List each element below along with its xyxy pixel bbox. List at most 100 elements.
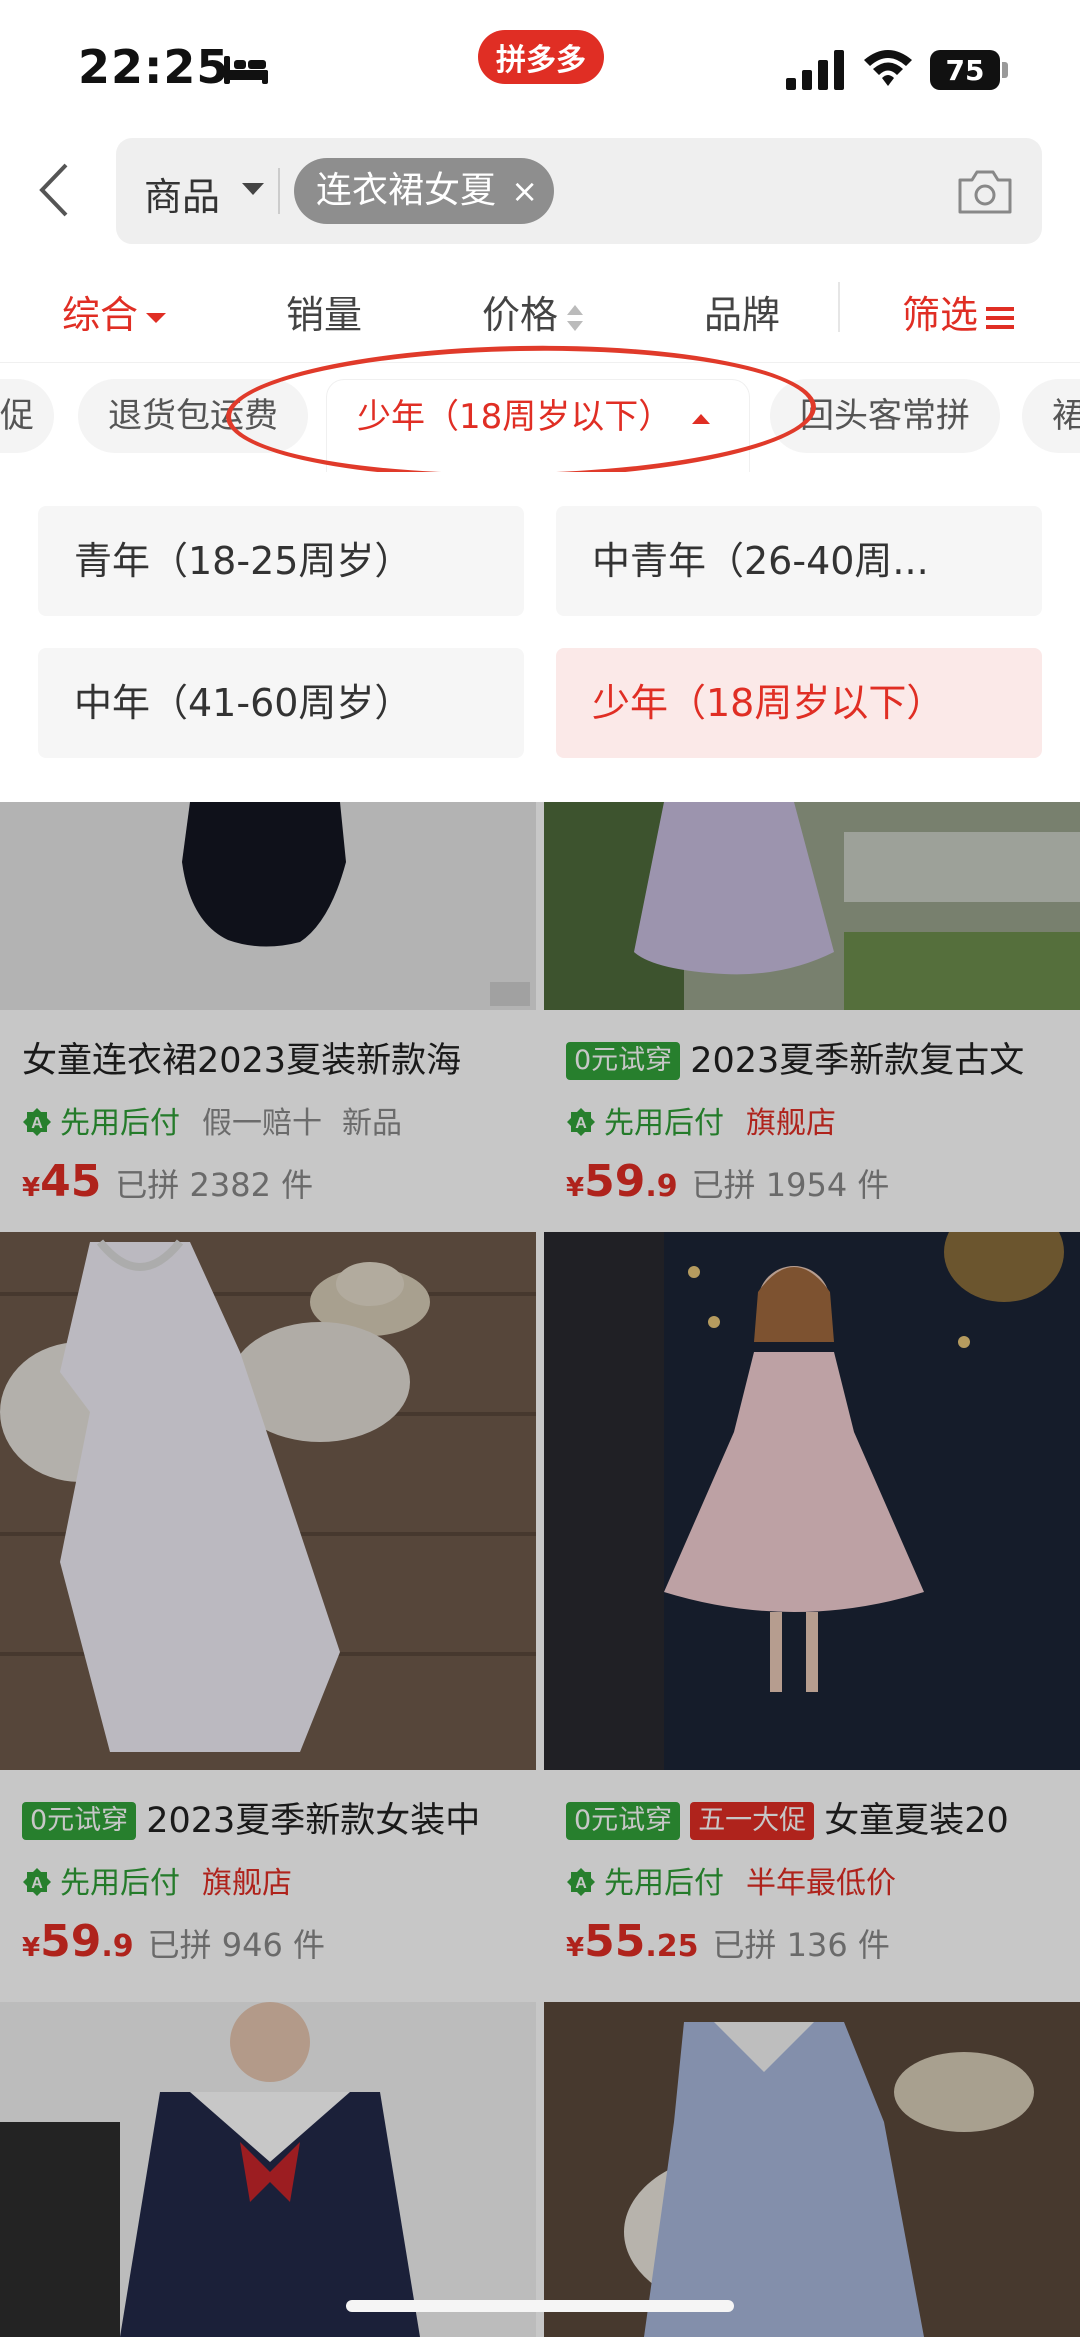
sort-comprehensive-label: 综合 [62,293,139,337]
sort-price-label: 价格 [482,293,559,337]
sold-count: 已拼 136 件 [712,1926,890,1964]
age-filter-panel: 青年（18-25周岁） 中青年（26-40周... 中年（41-60周岁） 少年… [0,472,1080,802]
app-indicator: 拼多多 [478,30,604,84]
product-image [544,2002,1080,2337]
sold-count: 已拼 1954 件 [691,1166,890,1204]
currency-symbol: ¥ [566,1933,585,1963]
product-title-text: 2023夏季新款复古文 [690,1041,1025,1081]
product-card[interactable]: 0元试穿 2023夏季新款复古文 A 先用后付 旗舰店 ¥59.9 已拼 1954 件 [544,802,1080,1232]
price-decimal: .9 [101,1929,134,1964]
svg-text:A: A [575,1115,587,1132]
close-icon[interactable]: × [511,158,538,224]
product-card[interactable] [544,2002,1080,2337]
promo-badge: 五一大促 [690,1802,815,1840]
search-scope-select[interactable]: 商品 [144,166,220,221]
sold-count: 已拼 946 件 [147,1926,326,1964]
pay-later-icon: A [23,1868,51,1896]
flagship-store-tag: 旗舰店 [202,1866,292,1901]
product-image [0,1232,536,1770]
product-info: 0元试穿 2023夏季新款复古文 A 先用后付 旗舰店 ¥59.9 已拼 1954 件 [544,1010,1080,1232]
svg-text:A: A [31,1875,43,1892]
price-line: ¥59.9 已拼 946 件 [22,1916,325,1967]
product-image [0,802,536,1010]
caret-down-icon [146,312,167,323]
battery-tip [1002,62,1008,78]
currency-symbol: ¥ [22,1933,41,1963]
query-chip[interactable]: 连衣裙女夏 × [294,158,555,224]
pay-later-label: 先用后付 [604,1866,724,1901]
price-integer: 45 [40,1156,102,1207]
sort-brand[interactable]: 品牌 [704,284,780,339]
sort-arrows-icon [567,304,584,331]
filter-button[interactable]: 筛选 [902,284,1015,339]
pay-later-label: 先用后付 [60,1106,180,1141]
price-decimal: .9 [645,1169,678,1204]
product-tag: 新品 [342,1106,402,1141]
free-trial-badge: 0元试穿 [566,1802,681,1840]
product-tag: 假一赔十 [202,1106,322,1141]
age-option[interactable]: 中青年（26-40周... [556,506,1042,616]
product-image [0,2002,536,2337]
query-chip-label: 连衣裙女夏 [316,170,497,211]
price-line: ¥59.9 已拼 1954 件 [566,1156,889,1207]
free-trial-badge: 0元试穿 [22,1802,137,1840]
product-title: 0元试穿 2023夏季新款复古文 [566,1032,1071,1083]
age-option-selected[interactable]: 少年（18周岁以下） [556,648,1042,758]
product-title: 女童连衣裙2023夏装新款海 [22,1032,527,1083]
price-line: ¥55.25 已拼 136 件 [566,1916,890,1967]
svg-text:A: A [575,1875,587,1892]
divider [278,168,280,214]
price-integer: 59 [584,1156,646,1207]
back-arrow-icon[interactable] [30,155,80,225]
product-info: 0元试穿 五一大促 女童夏装20 A 先用后付 半年最低价 ¥55.25 已拼 136 件 [544,1770,1080,1992]
product-card[interactable]: 女童连衣裙2023夏装新款海 A 先用后付 假一赔十 新品 ¥45 已拼 2382 件 [0,802,536,1232]
filter-label: 筛选 [902,293,979,337]
flagship-store-tag: 旗舰店 [746,1106,836,1141]
price-integer: 55 [584,1916,646,1967]
product-photo [0,2002,536,2337]
filter-menu-icon [986,306,1015,329]
product-image [544,802,1080,1010]
product-photo [544,802,1080,1010]
pay-later-label: 先用后付 [60,1866,180,1901]
chevron-down-icon [242,183,264,195]
camera-icon[interactable] [956,168,1014,216]
product-features: A 先用后付 假一赔十 新品 [22,1098,422,1142]
search-bar[interactable]: 商品 连衣裙女夏 × [116,138,1042,244]
product-card[interactable]: 0元试穿 五一大促 女童夏装20 A 先用后付 半年最低价 ¥55.25 已拼 136 件 [544,1232,1080,1992]
product-title: 0元试穿 五一大促 女童夏装20 [566,1792,1071,1843]
svg-text:A: A [31,1115,43,1132]
product-photo [544,2002,1080,2337]
pay-later-icon: A [567,1108,595,1136]
sleep-focus-icon [224,56,268,84]
cellular-signal-icon [786,50,844,90]
sort-sales[interactable]: 销量 [286,284,362,339]
battery-level: 75 [930,50,1000,90]
currency-symbol: ¥ [22,1173,41,1203]
product-card[interactable] [0,2002,536,2337]
product-photo [0,1232,536,1770]
divider [838,282,840,332]
lowest-price-tag: 半年最低价 [746,1866,896,1901]
sort-price[interactable]: 价格 [482,284,586,339]
product-image [544,1232,1080,1770]
pay-later-icon: A [23,1108,51,1136]
product-info: 0元试穿 2023夏季新款女装中 A 先用后付 旗舰店 ¥59.9 已拼 946 件 [0,1770,536,1992]
currency-symbol: ¥ [566,1173,585,1203]
age-option[interactable]: 中年（41-60周岁） [38,648,524,758]
tag-chip[interactable]: 促 [0,379,54,453]
price-integer: 59 [40,1916,102,1967]
product-features: A 先用后付 旗舰店 [566,1098,856,1142]
age-option[interactable]: 青年（18-25周岁） [38,506,524,616]
sort-comprehensive[interactable]: 综合 [62,284,167,339]
home-indicator[interactable] [346,2300,734,2312]
product-info: 女童连衣裙2023夏装新款海 A 先用后付 假一赔十 新品 ¥45 已拼 2382 件 [0,1010,536,1232]
product-title-text: 女童连衣裙2023夏装新款海 [22,1041,462,1081]
wifi-icon [864,50,912,86]
product-card[interactable]: 0元试穿 2023夏季新款女装中 A 先用后付 旗舰店 ¥59.9 已拼 946 件 [0,1232,536,1992]
status-bar: 22:25 拼多多 75 [0,0,1080,130]
product-title: 0元试穿 2023夏季新款女装中 [22,1792,527,1843]
tag-chip[interactable]: 裙 [1022,379,1080,453]
product-features: A 先用后付 旗舰店 [22,1858,312,1902]
product-photo [0,802,536,1010]
